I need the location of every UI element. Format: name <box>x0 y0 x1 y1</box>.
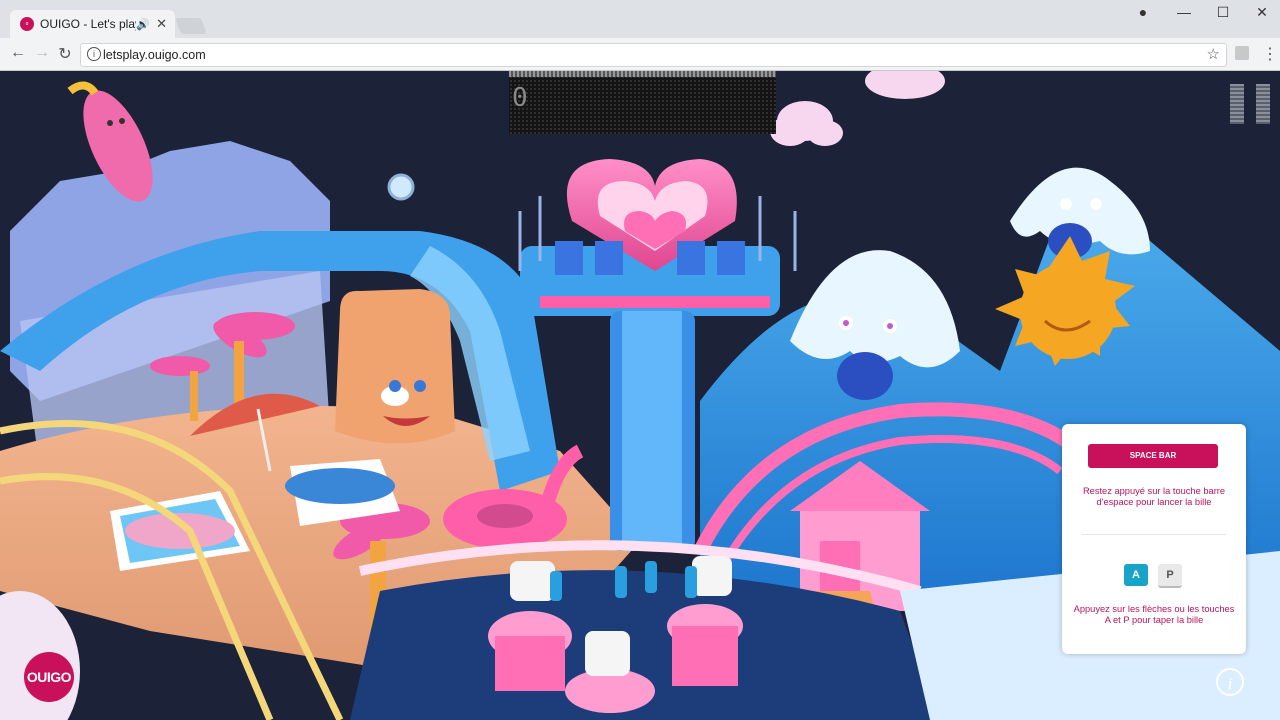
divider <box>1082 534 1226 535</box>
space-bar-button[interactable]: SPACE BAR <box>1088 444 1218 468</box>
pause-bar-icon <box>1230 84 1244 124</box>
key-p-button[interactable]: P <box>1158 564 1182 588</box>
info-icon[interactable]: i <box>1216 668 1244 696</box>
pause-bar-icon <box>1256 84 1270 124</box>
toolbar: ← → ↻ i letsplay.ouigo.com ☆ <box>0 38 1280 70</box>
menu-icon[interactable]: ⋮ <box>1262 44 1278 64</box>
profile-icon[interactable]: ● <box>1123 4 1163 20</box>
minimize-icon[interactable]: — <box>1164 4 1204 20</box>
tab-ouigo[interactable]: o OUIGO - Let's play 🔊 ✕ <box>10 10 175 38</box>
tab-strip: o OUIGO - Let's play 🔊 ✕ ● — ☐ ✕ <box>0 0 1280 38</box>
site-info-icon[interactable]: i <box>87 47 101 61</box>
close-tab-icon[interactable]: ✕ <box>156 16 167 32</box>
launch-instructions: Restez appuyé sur la touche barre d'espa… <box>1082 486 1226 507</box>
back-icon[interactable]: ← <box>8 44 28 62</box>
reload-icon[interactable]: ↻ <box>55 44 75 64</box>
browser-chrome: o OUIGO - Let's play 🔊 ✕ ● — ☐ ✕ ← → ↻ i… <box>0 0 1280 71</box>
ouigo-favicon-icon: o <box>20 17 34 31</box>
forward-icon[interactable]: → <box>32 44 52 62</box>
url-text[interactable]: letsplay.ouigo.com <box>103 48 206 62</box>
key-a-button[interactable]: A <box>1124 564 1148 586</box>
close-window-icon[interactable]: ✕ <box>1242 4 1280 21</box>
scoreboard-frame <box>509 71 776 77</box>
score-digit: 0 <box>512 83 528 113</box>
tab-title: OUIGO - Let's play <box>40 17 137 31</box>
sandcastle <box>335 289 455 444</box>
star-icon[interactable]: ☆ <box>1207 45 1220 63</box>
instructions-panel: SPACE BAR Restez appuyé sur la touche ba… <box>1062 424 1246 654</box>
speaker-icon[interactable]: 🔊 <box>136 18 150 31</box>
flipper-instructions: Appuyez sur les flèches ou les touches A… <box>1073 604 1235 625</box>
maximize-icon[interactable]: ☐ <box>1203 4 1243 21</box>
new-tab-button[interactable] <box>175 18 207 34</box>
address-bar[interactable]: i letsplay.ouigo.com ☆ <box>80 43 1227 67</box>
scoreboard: 0 <box>509 71 776 134</box>
pause-button[interactable] <box>1230 84 1272 124</box>
extension-icon[interactable] <box>1235 46 1249 60</box>
ouigo-logo[interactable]: OUIGO <box>24 652 74 702</box>
